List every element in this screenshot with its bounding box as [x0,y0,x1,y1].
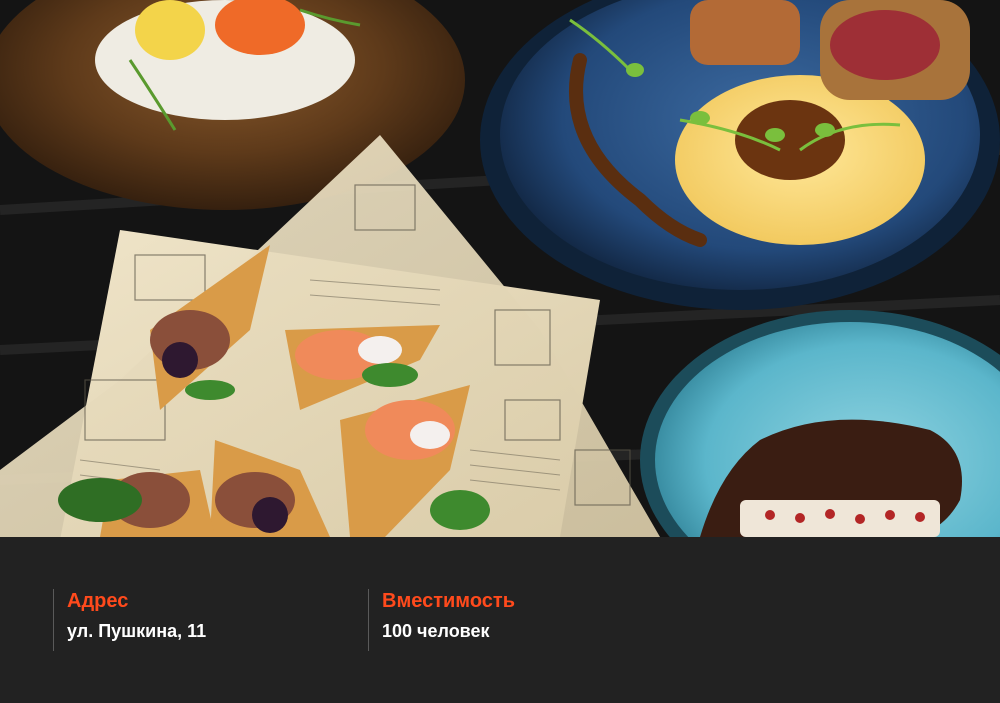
capacity-label: Вместимость [382,590,516,612]
capacity-block: Вместимость 100 человек [368,589,515,651]
capacity-value: 100 человек [382,621,490,641]
info-bar: Адрес ул. Пушкина, 11 Вместимость 100 че… [0,537,1000,703]
address-value: ул. Пушкина, 11 [67,621,207,641]
address-label: Адрес [67,590,129,612]
food-photo [0,0,1000,537]
address-block: Адрес ул. Пушкина, 11 [53,589,206,651]
